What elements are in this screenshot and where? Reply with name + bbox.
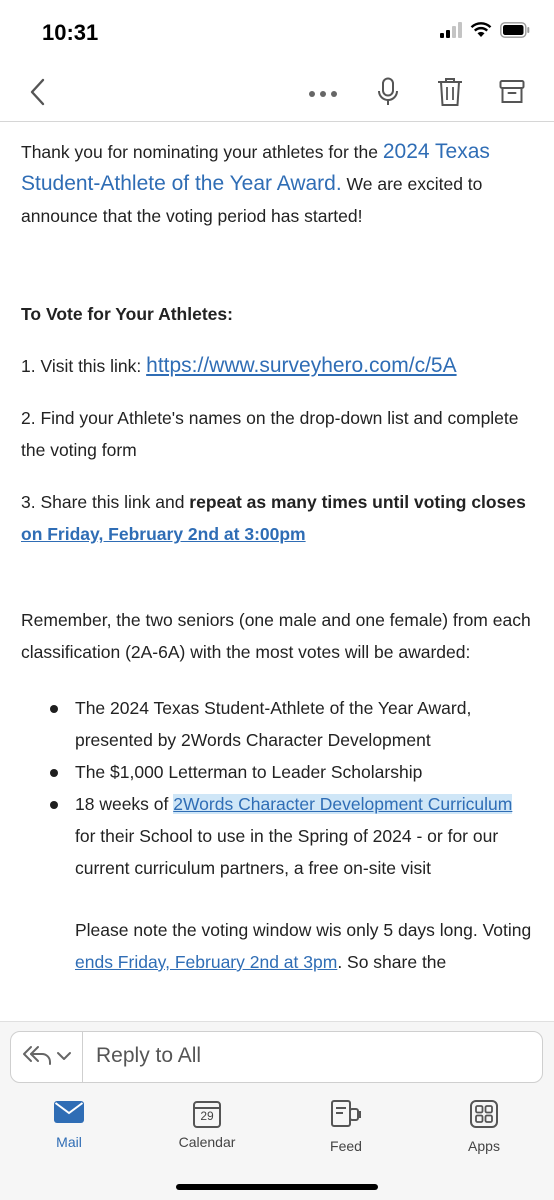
chevron-down-icon [56,1048,72,1066]
reply-all-icon [22,1044,52,1071]
tab-apps[interactable]: Apps [429,1099,539,1159]
battery-icon [500,22,530,43]
remember-paragraph: Remember, the two seniors (one male and … [21,610,531,662]
list-item-text-end: for their School to use in the Spring of… [75,826,499,878]
tab-mail-label: Mail [56,1134,82,1150]
delete-button[interactable] [432,76,468,112]
toolbar-divider [0,121,554,122]
calendar-icon: 29 [192,1099,222,1129]
bullet-dot [50,705,58,713]
survey-link[interactable]: https://www.surveyhero.com/c/5A [146,354,456,377]
reply-bar: Reply to All [0,1021,554,1091]
tab-feed[interactable]: Feed [291,1099,401,1159]
feed-icon [329,1100,363,1133]
back-button[interactable] [20,76,56,112]
message-toolbar [0,66,554,122]
dictate-button[interactable] [370,76,406,112]
deadline-link[interactable]: on Friday, February 2nd at 3:00pm [21,524,306,544]
curriculum-link[interactable]: 2Words Character Development Curriculum [173,794,513,814]
email-body: Thank you for nominating your athletes f… [21,132,536,1020]
intro-text: Thank you for nominating your athletes f… [21,142,383,162]
tab-calendar[interactable]: 29 Calendar [152,1099,262,1159]
bullet-dot [50,801,58,809]
note-paragraph: Please note the voting window wis only 5… [21,914,536,978]
reply-options-button[interactable] [11,1032,83,1082]
home-indicator[interactable] [176,1184,378,1190]
wifi-icon [470,22,492,43]
note-text-end: . So share the [337,952,447,972]
microphone-icon [377,77,399,112]
tab-apps-label: Apps [468,1138,500,1154]
reply-all-field[interactable]: Reply to All [10,1031,543,1083]
note-text: Please note the voting window wis only 5… [75,920,532,940]
ends-link[interactable]: ends Friday, February 2nd at 3pm [75,952,337,972]
archive-button[interactable] [494,76,530,112]
step-2: 2. Find your Athlete's names on the drop… [21,408,519,460]
tab-mail[interactable]: Mail [14,1099,124,1159]
more-options-button[interactable] [305,76,341,112]
list-item: The 2024 Texas Student-Athlete of the Ye… [21,692,536,756]
status-time: 10:31 [42,20,99,45]
status-icons [440,22,530,43]
cellular-signal-icon [440,22,462,43]
list-item: The $1,000 Letterman to Leader Scholarsh… [21,756,536,788]
archive-icon [499,79,525,110]
mail-icon [53,1101,85,1129]
step-3-text: 3. Share this link and [21,492,190,512]
list-item-text: The 2024 Texas Student-Athlete of the Ye… [75,698,472,750]
status-bar: 10:31 [0,0,554,66]
step-1-text: 1. Visit this link: [21,356,147,376]
trash-icon [437,77,463,112]
list-item-text: 18 weeks of [75,794,174,814]
chevron-left-icon [28,77,48,112]
reply-placeholder: Reply to All [96,1044,202,1067]
tab-calendar-label: Calendar [178,1134,236,1150]
apps-icon [469,1100,499,1133]
bottom-tab-bar: Mail 29 Calendar Feed Apps [0,1091,554,1200]
intro-paragraph: Thank you for nominating your athletes f… [21,136,536,232]
more-horizontal-icon [308,85,338,103]
step-3: 3. Share this link and repeat as many ti… [21,486,536,550]
vote-heading: To Vote for Your Athletes: [21,304,233,324]
list-item-text: The $1,000 Letterman to Leader Scholarsh… [75,762,423,782]
calendar-day: 29 [200,1109,214,1123]
list-item: 18 weeks of 2Words Character Development… [21,788,536,884]
award-list: The 2024 Texas Student-Athlete of the Ye… [21,692,536,884]
step-3-bold: repeat as many times until voting closes [189,492,526,512]
bullet-dot [50,769,58,777]
step-1: 1. Visit this link: https://www.surveyhe… [21,350,536,382]
tab-feed-label: Feed [330,1138,362,1154]
